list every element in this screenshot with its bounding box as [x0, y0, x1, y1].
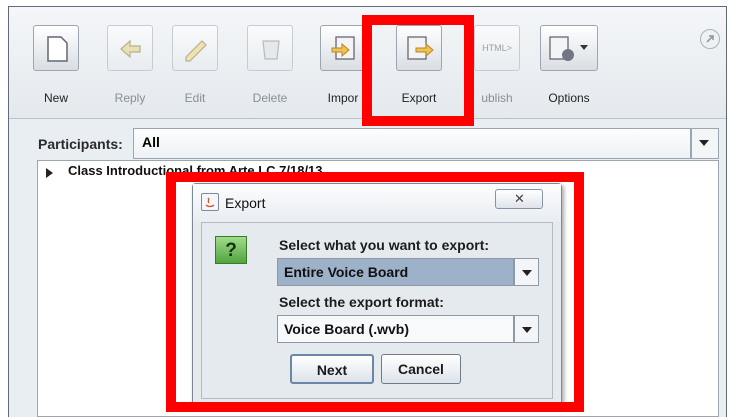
chevron-down-icon [522, 327, 532, 333]
html-publish-icon: HTML> [474, 25, 520, 71]
export-button[interactable]: Export [394, 17, 444, 109]
import-button[interactable]: Impor [318, 17, 368, 109]
delete-button[interactable]: Delete [242, 17, 298, 109]
edit-button[interactable]: Edit [170, 17, 220, 109]
dialog-title: Export [225, 195, 266, 211]
cancel-button[interactable]: Cancel [381, 354, 461, 384]
export-icon [396, 25, 442, 71]
participants-dropdown-arrow[interactable] [691, 128, 719, 159]
chevron-down-icon [522, 270, 532, 276]
expand-icon[interactable] [700, 29, 720, 49]
java-app-icon [201, 193, 219, 211]
delete-icon [247, 25, 293, 71]
close-button[interactable]: ✕ [495, 189, 543, 209]
question-icon: ? [215, 236, 247, 264]
new-document-icon [33, 25, 79, 71]
delete-button-label: Delete [252, 91, 288, 105]
close-icon: ✕ [514, 191, 525, 206]
import-button-label: Impor [327, 91, 359, 105]
new-button-label: New [43, 91, 68, 105]
publish-button[interactable]: HTML> ublish [470, 17, 524, 109]
import-icon [320, 25, 366, 71]
participants-label: Participants: [38, 136, 123, 152]
export-scope-dropdown[interactable]: Entire Voice Board [277, 258, 514, 286]
edit-button-label: Edit [184, 91, 206, 105]
message-row[interactable]: Class Introductional from Arte LC 7/18/1… [68, 163, 323, 178]
publish-button-label: ublish [481, 91, 513, 105]
reply-button[interactable]: Reply [102, 17, 158, 109]
participants-dropdown[interactable]: All [133, 128, 691, 159]
reply-button-label: Reply [114, 91, 146, 105]
reply-icon [107, 25, 153, 71]
edit-icon [172, 25, 218, 71]
export-scope-dropdown-arrow[interactable] [514, 258, 539, 286]
chevron-down-icon [699, 140, 709, 146]
options-gear-icon [540, 25, 598, 71]
expand-arrow-icon[interactable] [46, 168, 53, 178]
export-format-prompt: Select the export format: [279, 294, 444, 310]
publish-icon-text: HTML> [482, 43, 512, 53]
options-button[interactable]: Options [538, 17, 600, 109]
next-button[interactable]: Next [290, 354, 374, 384]
export-scope-prompt: Select what you want to export: [279, 237, 490, 253]
export-format-dropdown-arrow[interactable] [514, 315, 539, 343]
export-format-dropdown[interactable]: Voice Board (.wvb) [277, 315, 514, 343]
export-button-label: Export [401, 91, 437, 105]
options-button-label: Options [548, 91, 590, 105]
new-button[interactable]: New [31, 17, 81, 109]
